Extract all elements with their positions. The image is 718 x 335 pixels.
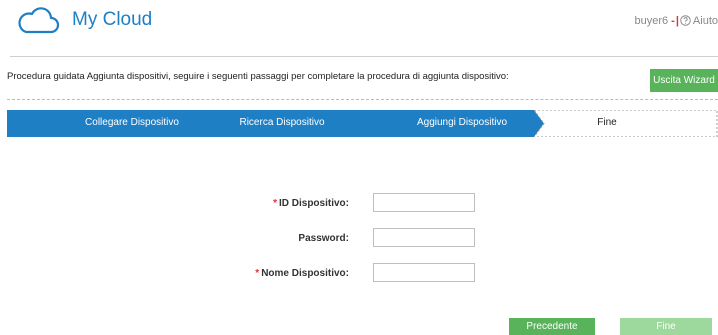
cloud-icon (18, 7, 60, 34)
previous-button[interactable]: Precedente (509, 318, 595, 335)
header-divider (10, 56, 718, 57)
step-1: Collegare Dispositivo (85, 117, 179, 128)
user-area: buyer6 -| Aiuto (635, 15, 718, 27)
finish-button[interactable]: Fine (620, 318, 712, 335)
required-mark: * (273, 198, 277, 209)
header: My Cloud buyer6 -| Aiuto (0, 0, 718, 44)
dashed-divider (7, 99, 718, 100)
step-2: Ricerca Dispositivo (239, 117, 325, 128)
device-name-label: * Nome Dispositivo: (255, 268, 349, 279)
separator: | (675, 15, 679, 27)
step-3: Aggiungi Dispositivo (416, 117, 508, 128)
password-input[interactable] (373, 228, 475, 247)
help-circle-icon[interactable] (680, 15, 691, 26)
password-label: Password: (298, 233, 349, 244)
help-link[interactable]: Aiuto (693, 15, 718, 27)
app-title: My Cloud (72, 9, 153, 30)
device-name-input[interactable] (373, 263, 475, 282)
user-dropdown-icon[interactable]: - (671, 15, 675, 27)
device-id-label: * ID Dispositivo: (273, 198, 349, 209)
wizard-instruction: Procedura guidata Aggiunta dispositivi, … (7, 71, 509, 82)
exit-wizard-button[interactable]: Uscita Wizard (650, 69, 718, 92)
device-id-input[interactable] (373, 193, 475, 212)
wizard-steps: Collegare Dispositivo Ricerca Dispositiv… (7, 110, 718, 137)
required-mark: * (255, 268, 260, 279)
step-4: Fine (597, 117, 617, 128)
username-link[interactable]: buyer6 (635, 15, 669, 27)
